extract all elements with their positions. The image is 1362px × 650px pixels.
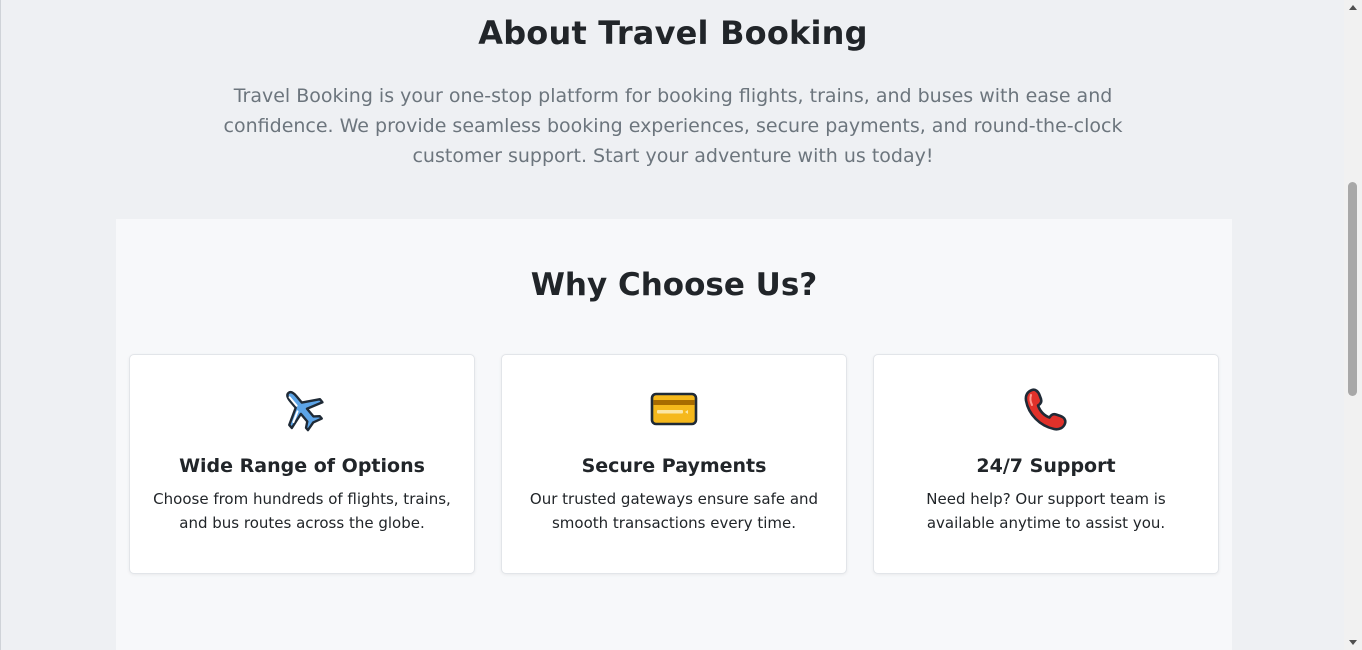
scrollbar-thumb[interactable] <box>1348 182 1357 396</box>
telephone-icon <box>874 383 1218 435</box>
feature-card-support: 24/7 Support Need help? Our support team… <box>873 354 1219 574</box>
why-choose-us-section: Why Choose Us? Wide Range of Options Cho… <box>116 219 1232 650</box>
feature-title: Secure Payments <box>581 455 767 477</box>
page-viewport: About Travel Booking Travel Booking is y… <box>0 0 1344 650</box>
feature-title: 24/7 Support <box>976 455 1116 477</box>
feature-description: Choose from hundreds of flights, trains,… <box>153 490 451 532</box>
about-title: About Travel Booking <box>478 14 868 52</box>
credit-card-icon <box>502 383 846 435</box>
feature-card-options: Wide Range of Options Choose from hundre… <box>129 354 475 574</box>
feature-title: Wide Range of Options <box>179 455 425 477</box>
vertical-scrollbar[interactable] <box>1344 0 1362 650</box>
about-description: Travel Booking is your one-stop platform… <box>223 85 1123 167</box>
scroll-up-arrow-icon[interactable] <box>1344 0 1362 14</box>
feature-description: Need help? Our support team is available… <box>926 490 1166 532</box>
scroll-down-arrow-icon[interactable] <box>1344 636 1362 650</box>
why-choose-us-title: Why Choose Us? <box>530 267 818 303</box>
feature-description: Our trusted gateways ensure safe and smo… <box>529 490 819 532</box>
feature-card-payments: Secure Payments Our trusted gateways ens… <box>501 354 847 574</box>
airplane-icon <box>130 383 474 435</box>
